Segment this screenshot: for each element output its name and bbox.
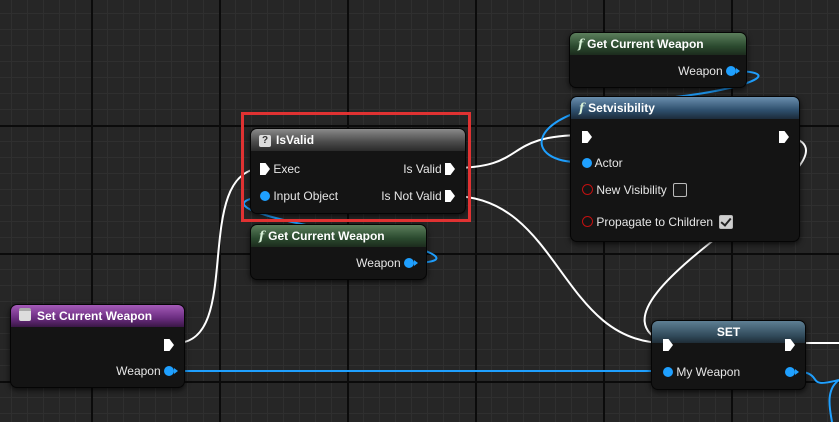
output-pin-weapon[interactable]: Weapon — [116, 364, 178, 378]
event-icon — [19, 308, 31, 321]
object-pin-icon[interactable] — [726, 66, 740, 76]
exec-pin-icon[interactable] — [582, 131, 592, 143]
node-set-current-weapon[interactable]: Set Current Weapon Weapon — [10, 304, 185, 388]
exec-wire-isvalid-setvisibility — [451, 134, 586, 169]
object-pin-icon[interactable] — [582, 158, 592, 168]
pin-label: Weapon — [678, 64, 723, 78]
pin-label: New Visibility — [596, 183, 667, 197]
new-visibility-checkbox[interactable] — [672, 183, 687, 197]
exec-output-pin[interactable] — [164, 338, 174, 352]
node-get-current-weapon-mid[interactable]: f Get Current Weapon Weapon — [250, 224, 427, 280]
pin-label: My Weapon — [676, 365, 741, 379]
exec-input-pin[interactable] — [582, 130, 592, 144]
output-pin-weapon[interactable]: Weapon — [356, 256, 418, 270]
function-icon: f — [578, 37, 584, 51]
exec-output-pin[interactable] — [779, 130, 789, 144]
input-pin-actor[interactable]: Actor — [582, 156, 623, 170]
function-icon: f — [579, 101, 585, 115]
exec-pin-icon[interactable] — [663, 339, 673, 351]
exec-pin-icon[interactable] — [779, 131, 789, 143]
node-title: SET — [716, 325, 741, 339]
node-header: f Get Current Weapon — [251, 225, 426, 247]
node-header: f Setvisibility — [571, 97, 799, 119]
object-pin-icon[interactable] — [164, 366, 178, 376]
node-title: Get Current Weapon — [587, 37, 704, 51]
exec-pin-icon[interactable] — [785, 339, 795, 351]
node-set-visibility[interactable]: f Setvisibility Actor New Visibility Prop… — [570, 96, 800, 242]
pin-label: Weapon — [356, 256, 401, 270]
node-get-current-weapon-top[interactable]: f Get Current Weapon Weapon — [569, 32, 747, 88]
input-pin-my-weapon[interactable]: My Weapon — [663, 365, 740, 379]
input-pin-new-visibility[interactable]: New Visibility — [582, 183, 687, 197]
exec-pin-icon[interactable] — [164, 339, 174, 351]
object-pin-icon[interactable] — [663, 367, 673, 377]
node-header: SET — [652, 321, 805, 343]
node-title: Set Current Weapon — [37, 309, 153, 323]
pin-label: Propagate to Children — [596, 215, 714, 229]
node-title: Setvisibility — [588, 101, 655, 115]
output-pin-weapon[interactable]: Weapon — [678, 64, 740, 78]
object-pin-icon[interactable] — [785, 367, 799, 377]
propagate-checkbox[interactable] — [719, 215, 734, 229]
bool-pin-icon[interactable] — [582, 216, 593, 227]
node-header: Set Current Weapon — [11, 305, 184, 327]
input-pin-propagate[interactable]: Propagate to Children — [582, 215, 734, 229]
exec-output-pin[interactable] — [785, 338, 795, 352]
pin-label: Actor — [594, 156, 623, 170]
highlight-box — [241, 112, 471, 222]
exec-input-pin[interactable] — [663, 338, 673, 352]
object-pin-icon[interactable] — [404, 258, 418, 268]
node-header: f Get Current Weapon — [570, 33, 746, 55]
node-set[interactable]: SET My Weapon — [651, 320, 806, 390]
object-wire-set-out-down — [828, 379, 839, 422]
pin-label: Weapon — [116, 364, 161, 378]
bool-pin-icon[interactable] — [582, 184, 593, 195]
function-icon: f — [259, 229, 265, 243]
node-title: Get Current Weapon — [268, 229, 385, 243]
output-pin-my-weapon[interactable] — [785, 365, 799, 379]
